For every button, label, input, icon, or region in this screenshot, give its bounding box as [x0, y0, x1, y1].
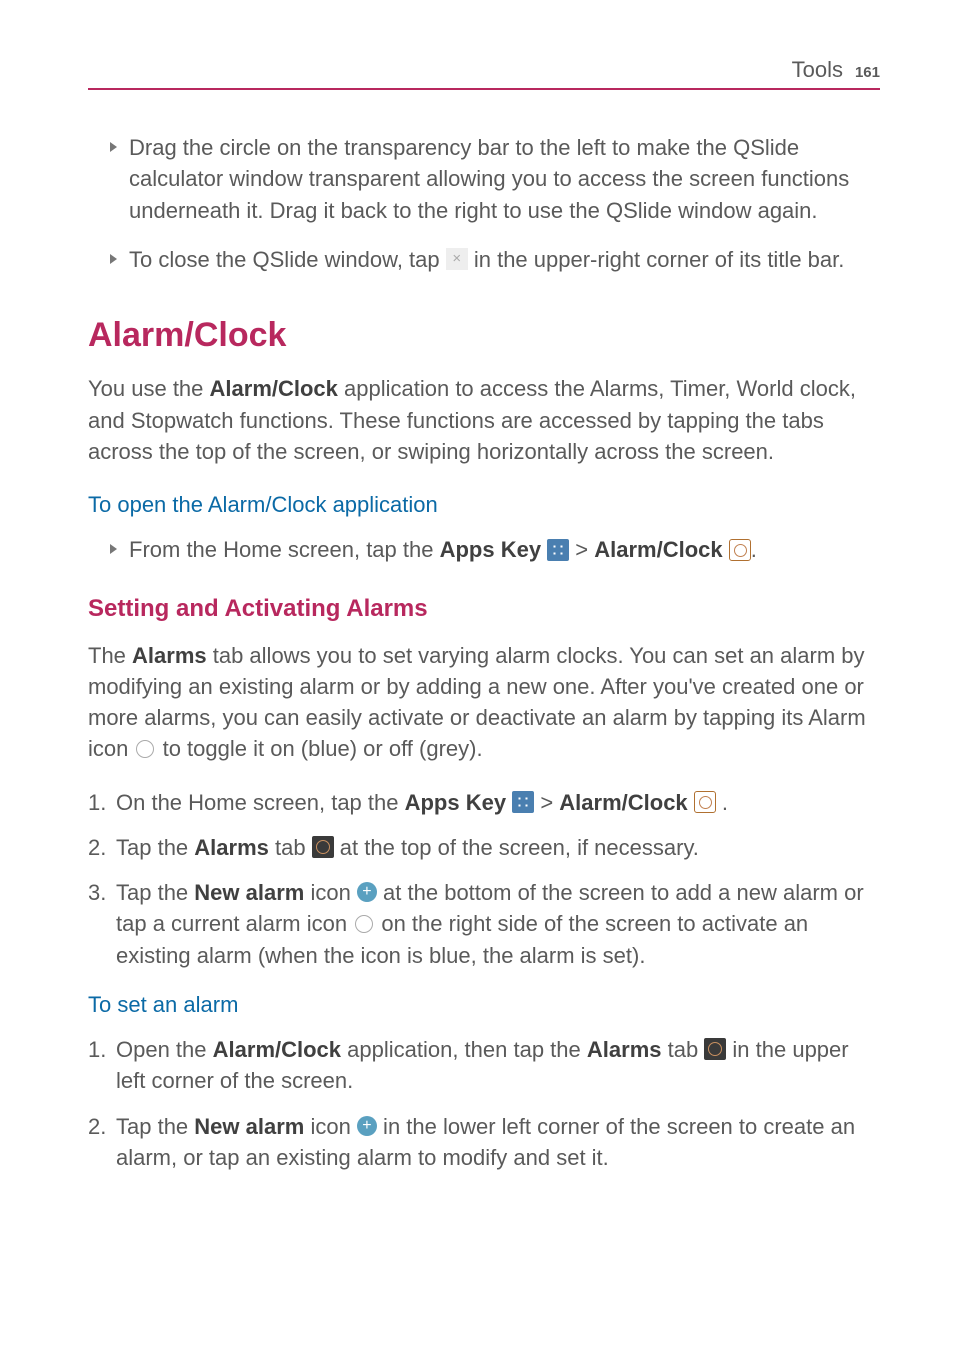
bullet-text: To close the QSlide window, tap × in the…	[129, 244, 880, 275]
heading-set-alarm: To set an alarm	[88, 989, 880, 1020]
text: .	[751, 537, 757, 562]
bullet-open-app: From the Home screen, tap the Apps Key >…	[110, 534, 880, 565]
step-3: 3. Tap the New alarm icon + at the botto…	[88, 877, 880, 971]
text: tab	[661, 1037, 704, 1062]
number-label: 1.	[88, 787, 116, 818]
step-body: Tap the Alarms tab at the top of the scr…	[116, 832, 880, 863]
number-label: 3.	[88, 877, 116, 971]
triangle-bullet-icon	[110, 142, 117, 152]
bold-text: New alarm	[194, 880, 304, 905]
text: To close the QSlide window, tap	[129, 247, 446, 272]
heading-setting-alarms: Setting and Activating Alarms	[88, 592, 880, 626]
text: Tap the	[116, 835, 194, 860]
text: icon	[304, 880, 357, 905]
step-2: 2. Tap the Alarms tab at the top of the …	[88, 832, 880, 863]
bold-text: Alarm/Clock	[213, 1037, 341, 1062]
apps-key-icon	[512, 791, 534, 813]
step-1: 1. On the Home screen, tap the Apps Key …	[88, 787, 880, 818]
text: in the upper-right corner of its title b…	[468, 247, 845, 272]
alarm-toggle-icon	[134, 738, 156, 760]
step-body: Open the Alarm/Clock application, then t…	[116, 1034, 880, 1096]
paragraph-setting: The Alarms tab allows you to set varying…	[88, 640, 880, 765]
bold-text: Alarm/Clock	[559, 790, 694, 815]
text: You use the	[88, 376, 210, 401]
text: >	[569, 537, 594, 562]
bullet-text: From the Home screen, tap the Apps Key >…	[129, 534, 880, 565]
page-header: Tools 161	[88, 54, 880, 90]
heading-open-app: To open the Alarm/Clock application	[88, 489, 880, 520]
step-body: Tap the New alarm icon + at the bottom o…	[116, 877, 880, 971]
text: Open the	[116, 1037, 213, 1062]
set-step-2: 2. Tap the New alarm icon + in the lower…	[88, 1111, 880, 1173]
text: application, then tap the	[341, 1037, 587, 1062]
bold-text: Apps Key	[405, 790, 513, 815]
set-step-1: 1. Open the Alarm/Clock application, the…	[88, 1034, 880, 1096]
heading-alarm-clock: Alarm/Clock	[88, 311, 880, 359]
alarm-toggle-icon	[353, 913, 375, 935]
text: to toggle it on (blue) or off (grey).	[156, 736, 482, 761]
page-number: 161	[855, 62, 880, 83]
triangle-bullet-icon	[110, 544, 117, 554]
text: Tap the	[116, 1114, 194, 1139]
bullet-qslide-close: To close the QSlide window, tap × in the…	[110, 244, 880, 275]
bold-text: Alarms	[587, 1037, 662, 1062]
text: at the top of the screen, if necessary.	[334, 835, 699, 860]
step-body: Tap the New alarm icon + in the lower le…	[116, 1111, 880, 1173]
header-section: Tools	[792, 54, 843, 85]
alarm-clock-app-icon	[729, 539, 751, 561]
bold-text: Alarm/Clock	[210, 376, 338, 401]
text: icon	[304, 1114, 357, 1139]
bold-text: Alarm/Clock	[594, 537, 729, 562]
bold-text: Alarms	[132, 643, 207, 668]
triangle-bullet-icon	[110, 254, 117, 264]
bullet-qslide-transparency: Drag the circle on the transparency bar …	[110, 132, 880, 226]
text: .	[716, 790, 728, 815]
number-label: 2.	[88, 832, 116, 863]
apps-key-icon	[547, 539, 569, 561]
bullet-text: Drag the circle on the transparency bar …	[129, 132, 880, 226]
alarms-tab-icon	[312, 836, 334, 858]
text: On the Home screen, tap the	[116, 790, 405, 815]
bold-text: Alarms	[194, 835, 269, 860]
bold-text: New alarm	[194, 1114, 304, 1139]
paragraph-intro: You use the Alarm/Clock application to a…	[88, 373, 880, 467]
new-alarm-plus-icon: +	[357, 882, 377, 902]
alarms-tab-icon	[704, 1038, 726, 1060]
number-label: 2.	[88, 1111, 116, 1173]
bold-text: Apps Key	[440, 537, 548, 562]
number-label: 1.	[88, 1034, 116, 1096]
step-body: On the Home screen, tap the Apps Key > A…	[116, 787, 880, 818]
text: Tap the	[116, 880, 194, 905]
text: From the Home screen, tap the	[129, 537, 440, 562]
new-alarm-plus-icon: +	[357, 1116, 377, 1136]
close-icon: ×	[446, 248, 468, 270]
text: The	[88, 643, 132, 668]
text: tab	[269, 835, 312, 860]
text: >	[534, 790, 559, 815]
alarm-clock-app-icon	[694, 791, 716, 813]
